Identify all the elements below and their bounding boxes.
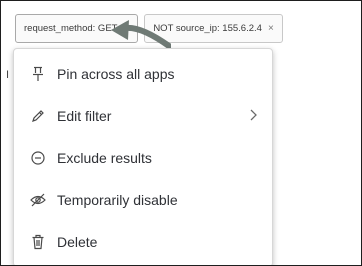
filter-context-menu: Pin across all apps Edit filter Exclude … [13, 48, 273, 265]
menu-item-edit-filter[interactable]: Edit filter [14, 96, 272, 136]
pencil-icon [29, 107, 47, 125]
menu-item-label: Pin across all apps [57, 66, 175, 82]
menu-item-label: Delete [57, 234, 98, 250]
trash-icon [29, 233, 47, 251]
menu-item-label: Temporarily disable [57, 192, 178, 208]
menu-item-temporarily-disable[interactable]: Temporarily disable [14, 180, 272, 220]
menu-item-label: Edit filter [57, 108, 112, 124]
screenshot-frame: request_method: GET × NOT source_ip: 155… [0, 0, 362, 266]
left-edge-glyph: I [6, 69, 10, 81]
menu-item-pin-across-all-apps[interactable]: Pin across all apps [14, 54, 272, 94]
menu-item-exclude-results[interactable]: Exclude results [14, 138, 272, 178]
menu-item-label: Exclude results [57, 150, 152, 166]
menu-item-delete[interactable]: Delete [14, 222, 272, 262]
close-icon[interactable]: × [268, 23, 274, 34]
minus-circle-icon [29, 149, 47, 167]
chevron-right-icon [250, 109, 257, 121]
annotation-arrow [111, 20, 171, 49]
pin-icon [29, 65, 47, 83]
eye-slash-icon [29, 191, 47, 209]
